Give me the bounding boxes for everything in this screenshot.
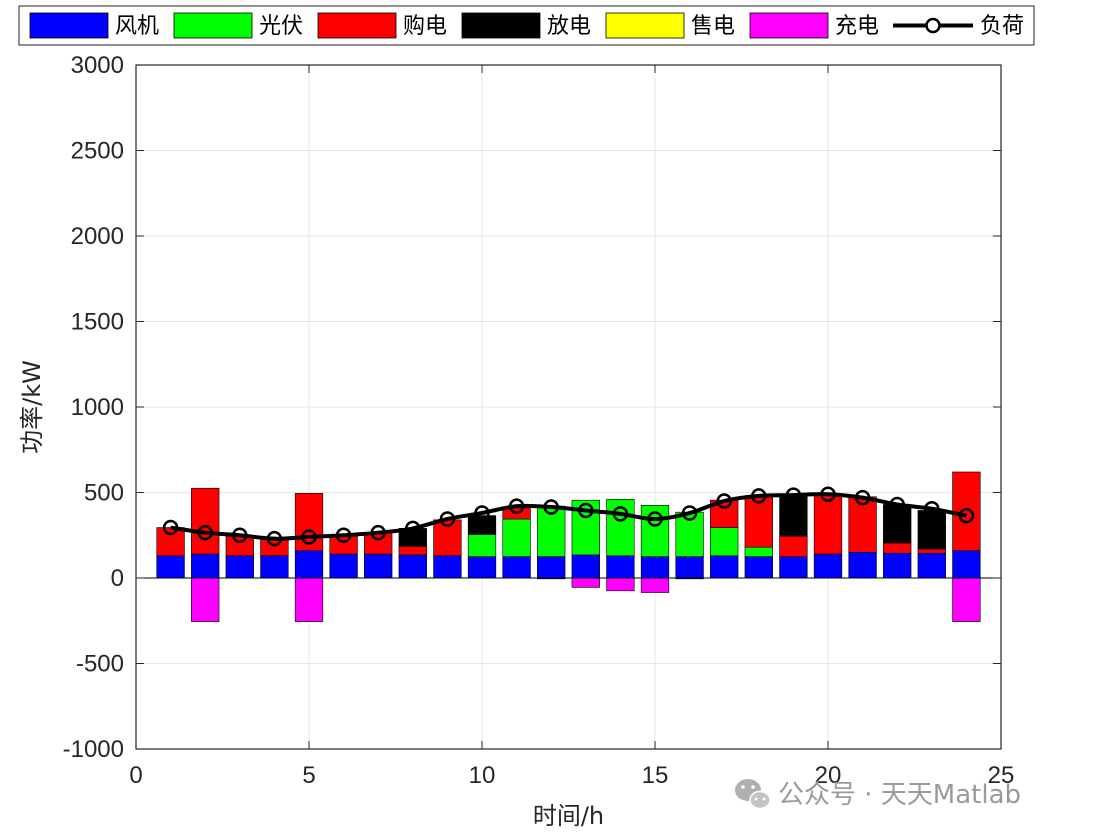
bar-segment [813,553,843,579]
x-tick-label: 10 [469,762,496,789]
watermark: 公众号 · 天天Matlab [735,779,1021,810]
bar-segment [883,542,912,554]
bar-segment [813,493,843,555]
bar-segment [710,555,739,579]
bar-segment [467,534,497,557]
bar-segment [744,556,773,579]
y-tick-label: 1500 [71,309,124,336]
bar-segment [571,554,600,579]
y-tick-label: -1000 [63,736,124,763]
x-axis-label: 时间/h [533,802,604,830]
bar-segment [952,577,981,622]
bar-segment [675,556,704,579]
bar-segment [191,577,220,622]
x-tick-label: 0 [129,762,142,789]
bar-segment [883,552,912,579]
bar-segment [398,546,427,556]
y-tick-label: 3000 [71,52,124,79]
bar-segment [537,556,566,579]
y-axis-label: 功率/kW [18,360,46,454]
legend-label: 负荷 [980,14,1024,39]
bar-segment [502,518,531,557]
bar-segment [779,535,808,557]
legend-swatch [749,12,829,39]
legend-label: 放电 [547,14,591,39]
legend-marker [925,17,941,34]
figure-background [0,0,1103,837]
legend: 风机 光伏 购电 放电 售电 充电 负荷 [18,5,1035,46]
bar-segment [398,554,427,579]
bar-segment [260,555,289,579]
bar-segment [640,556,670,579]
bar-segment [571,577,600,588]
y-tick-label: 2500 [71,138,124,165]
bar-segment [329,553,358,579]
bar-segment [294,550,324,579]
bar-segment [710,527,739,557]
bar-segment [952,471,981,551]
bar-segment [467,556,497,579]
x-tick-label: 5 [302,762,315,789]
bar-segment [225,555,254,579]
bar-segment [364,532,393,555]
bar-segment [294,577,324,622]
y-tick-label: 0 [111,565,124,592]
legend-label: 购电 [403,14,447,39]
legend-label: 充电 [835,14,879,39]
legend-swatch [29,12,109,39]
bar-segment [433,555,462,579]
y-tick-label: 1000 [71,394,124,421]
legend-swatch [461,12,541,39]
bar-segment [917,552,946,579]
legend-label: 光伏 [259,14,303,39]
chart-canvas: 0 5 10 15 20 25-1000-500050010001500200025003… [0,0,1103,837]
legend-swatch [605,12,685,39]
legend-swatch [317,12,397,39]
bar-segment [329,535,358,555]
y-tick-label: 500 [84,480,124,507]
legend-label: 风机 [115,14,159,39]
bar-segment [917,548,946,554]
watermark-text: 公众号 · 天天Matlab [778,780,1021,810]
bar-segment [606,555,635,579]
bar-segment [779,556,808,579]
bar-segment [744,546,773,557]
bar-segment [364,553,393,579]
bar-segment [260,539,289,557]
legend-label: 售电 [691,14,735,39]
bar-segment [191,553,220,579]
bar-segment [848,552,877,579]
bar-segment [191,487,220,555]
y-tick-label: 2000 [71,223,124,250]
bar-segment [156,555,185,579]
bar-segment [225,535,254,557]
bar-segment [952,550,981,579]
x-tick-label: 15 [642,762,669,789]
bar-segment [294,493,324,551]
bar-segment [606,577,635,592]
y-tick-label: -500 [76,651,124,678]
bar-segment [502,556,531,579]
bar-segment [640,577,670,593]
bar-segment [156,527,185,557]
legend-swatch [173,12,253,39]
